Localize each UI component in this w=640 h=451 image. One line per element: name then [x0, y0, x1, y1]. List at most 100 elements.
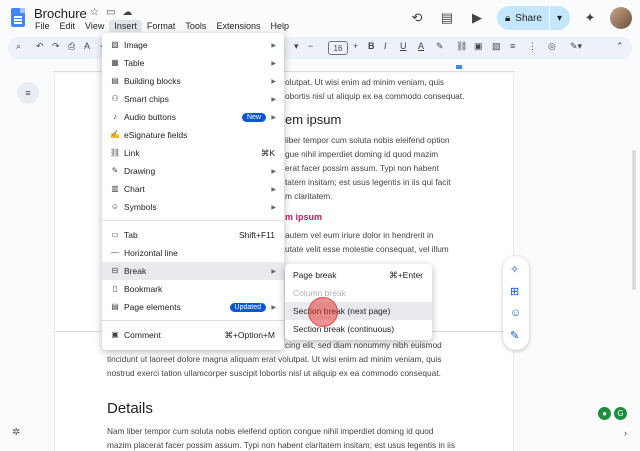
- submenu-arrow-icon: ▶: [271, 268, 276, 275]
- location-icon[interactable]: ●: [598, 407, 611, 420]
- menu-extensions[interactable]: Extensions: [211, 20, 265, 32]
- editing-mode-icon[interactable]: ✎▾: [570, 41, 582, 52]
- horizontal-line-icon: —: [111, 248, 119, 257]
- submenu-item-column-break: Column break: [293, 288, 346, 298]
- menu-edit[interactable]: Edit: [55, 20, 81, 32]
- menu-item-building-blocks[interactable]: ▤ Building blocks ▶: [102, 72, 284, 90]
- history-icon[interactable]: ⟲: [407, 8, 427, 28]
- menu-item-image[interactable]: ▧ Image ▶: [102, 36, 284, 54]
- menu-divider: [102, 220, 284, 221]
- document-outline-button[interactable]: ≡: [17, 82, 39, 104]
- break-icon: ⊟: [111, 266, 119, 275]
- highlight-icon[interactable]: ✎: [436, 41, 444, 52]
- paragraph-line: tatem insitam; est usus legentis in iis …: [285, 177, 451, 187]
- align-icon[interactable]: ≡: [510, 41, 515, 51]
- comments-icon[interactable]: ▤: [437, 8, 457, 28]
- collapse-toolbar-icon[interactable]: ⌃: [616, 41, 624, 52]
- menu-item-break[interactable]: ⊟ Break ▶: [102, 262, 284, 280]
- avatar[interactable]: [610, 7, 632, 29]
- menu-item-chart[interactable]: ▥ Chart ▶: [102, 180, 284, 198]
- docs-logo-icon[interactable]: [11, 8, 25, 27]
- menu-item-comment[interactable]: ▣ Comment ⌘+Option+M: [102, 326, 284, 344]
- paragraph-line: m claritatem.: [285, 191, 333, 201]
- subheading: m ipsum: [285, 212, 323, 222]
- italic-icon[interactable]: I: [384, 41, 387, 51]
- submenu-arrow-icon: ▶: [271, 186, 276, 193]
- menu-item-link[interactable]: ⛓ Link ⌘K: [102, 144, 284, 162]
- menu-item-table[interactable]: ▦ Table ▶: [102, 54, 284, 72]
- click-indicator: [308, 297, 338, 327]
- menu-help[interactable]: Help: [265, 20, 294, 32]
- meet-icon[interactable]: ▶: [467, 8, 487, 28]
- chevron-down-icon[interactable]: ▾: [294, 41, 299, 52]
- menu-item-smart-chips[interactable]: ⚇ Smart chips ▶: [102, 90, 284, 108]
- menu-divider: [102, 320, 284, 321]
- print-icon[interactable]: ⎙: [68, 41, 75, 52]
- menu-insert[interactable]: Insert: [109, 20, 142, 32]
- more-options-icon[interactable]: ⋮: [528, 41, 537, 52]
- menu-file[interactable]: File: [30, 20, 55, 32]
- menu-item-symbols[interactable]: ☺ Symbols ▶: [102, 198, 284, 216]
- menu-item-page-elements[interactable]: ▤ Page elements Updated ▶: [102, 298, 284, 316]
- break-submenu: Page break ⌘+Enter Column break Section …: [285, 264, 432, 340]
- menu-item-bookmark[interactable]: ▯ Bookmark: [102, 280, 284, 298]
- menu-item-drawing[interactable]: ✎ Drawing ▶: [102, 162, 284, 180]
- updated-badge: Updated: [229, 302, 266, 312]
- paragraph-line: cing elit, sed diam nonummy nibh euismod: [285, 340, 442, 350]
- increase-font-icon[interactable]: +: [353, 41, 358, 51]
- decrease-font-icon[interactable]: −: [308, 41, 313, 51]
- title-bar: Brochure ☆ ▭ ☁ File Edit View Insert For…: [0, 0, 640, 36]
- insert-image-icon[interactable]: ▧: [492, 41, 501, 52]
- text-color-icon[interactable]: A: [418, 41, 424, 51]
- section-heading: Details: [107, 400, 153, 417]
- menu-item-audio-buttons[interactable]: ♪ Audio buttons New ▶: [102, 108, 284, 126]
- bold-icon[interactable]: B: [368, 41, 375, 51]
- magic-wand-icon[interactable]: ✧: [510, 263, 519, 276]
- paragraph-line: gue nihil imperdiet doming id quod mazim: [285, 149, 439, 159]
- menu-format[interactable]: Format: [142, 20, 181, 32]
- building-blocks-icon: ▤: [111, 76, 119, 85]
- lock-icon: 🔒︎: [504, 12, 511, 24]
- emoji-icon[interactable]: ☺: [510, 307, 521, 319]
- bookmark-icon: ▯: [112, 284, 118, 293]
- add-comment-icon[interactable]: ▣: [474, 41, 483, 52]
- search-menus-icon[interactable]: ⌕: [16, 41, 21, 52]
- spellcheck-icon[interactable]: A: [84, 41, 90, 51]
- undo-icon[interactable]: ↶: [36, 41, 44, 52]
- move-folder-icon[interactable]: ▭: [106, 7, 115, 18]
- vertical-scrollbar[interactable]: [632, 150, 636, 290]
- smart-chip-icon[interactable]: ◎: [548, 41, 556, 52]
- suggest-edits-icon[interactable]: ✎: [510, 329, 519, 342]
- insert-menu: ▧ Image ▶ ▦ Table ▶ ▤ Building blocks ▶ …: [102, 33, 284, 350]
- grammarly-icon[interactable]: G: [614, 407, 627, 420]
- star-icon[interactable]: ☆: [90, 7, 99, 18]
- cloud-saved-icon[interactable]: ☁: [122, 7, 132, 18]
- drawing-icon: ✎: [111, 166, 119, 175]
- collapse-panel-icon[interactable]: ›: [624, 428, 627, 438]
- submenu-arrow-icon: ▶: [271, 114, 276, 121]
- smart-chips-icon: ⚇: [111, 94, 119, 103]
- gemini-icon[interactable]: ✦: [580, 8, 600, 28]
- image-icon: ▧: [111, 40, 119, 49]
- menu-view[interactable]: View: [80, 20, 109, 32]
- explore-icon[interactable]: ✲: [12, 427, 20, 438]
- share-button[interactable]: 🔒︎ Share ▾: [496, 6, 570, 30]
- comment-icon: ▣: [111, 330, 119, 339]
- add-comment-icon[interactable]: ⊞: [510, 285, 519, 298]
- underline-icon[interactable]: U: [400, 41, 407, 51]
- menu-item-horizontal-line[interactable]: — Horizontal line: [102, 244, 284, 262]
- submenu-item-section-break-continuous[interactable]: Section break (continuous): [285, 320, 432, 338]
- menu-item-esignature-fields[interactable]: ✍ eSignature fields: [102, 126, 284, 144]
- menu-item-tab[interactable]: ▭ Tab Shift+F11: [102, 226, 284, 244]
- menu-tools[interactable]: Tools: [180, 20, 211, 32]
- chevron-down-icon[interactable]: ▾: [557, 13, 562, 24]
- font-size-input[interactable]: 16: [328, 41, 348, 55]
- signature-icon: ✍: [110, 130, 120, 139]
- submenu-item-page-break[interactable]: Page break ⌘+Enter: [285, 266, 432, 284]
- redo-icon[interactable]: ↷: [52, 41, 60, 52]
- page-elements-icon: ▤: [111, 302, 119, 311]
- document-title[interactable]: Brochure: [34, 6, 87, 21]
- right-indent-marker[interactable]: [456, 65, 462, 69]
- submenu-arrow-icon: ▶: [271, 42, 276, 49]
- insert-link-icon[interactable]: ⛓: [456, 41, 467, 52]
